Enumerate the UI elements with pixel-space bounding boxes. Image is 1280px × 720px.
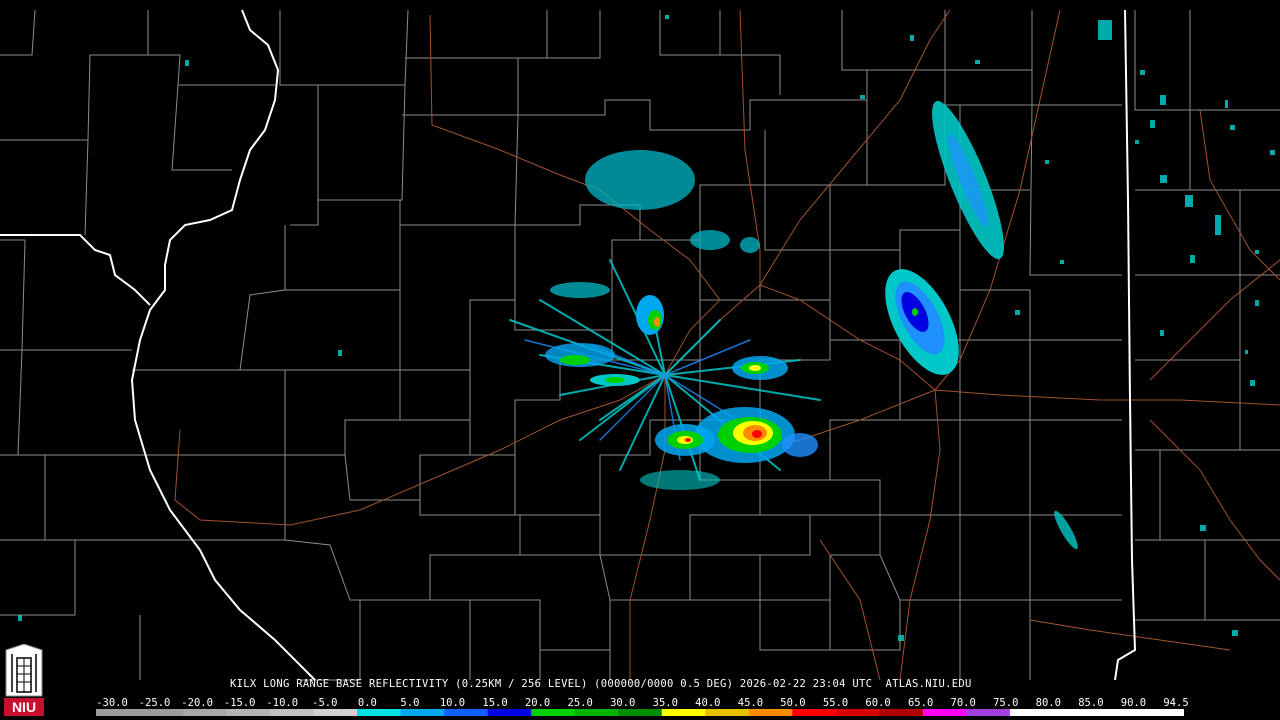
- colorbar-segment: [574, 709, 619, 716]
- scale-label: 60.0: [865, 697, 891, 709]
- colorbar-segment: [1009, 709, 1054, 716]
- scale-label: 90.0: [1120, 697, 1147, 709]
- university-tower-icon: [5, 644, 43, 697]
- scale-label: 20.0: [524, 697, 551, 709]
- scale-label: -5.0: [312, 697, 338, 709]
- colorbar-segment: [183, 709, 228, 716]
- scale-label: -30.0: [96, 697, 128, 709]
- reflectivity-scale-labels: -30.0 -25.0 -20.0 -15.0 -10.0 -5.0 0.0 5.0 10.0 1…: [0, 697, 1280, 709]
- scale-label: 0.0: [357, 697, 377, 709]
- colorbar-segment: [487, 709, 532, 716]
- colorbar-segment: [705, 709, 750, 716]
- colorbar-segment: [313, 709, 358, 716]
- colorbar-segment: [966, 709, 1011, 716]
- scale-label: 45.0: [737, 697, 764, 709]
- colorbar-segment: [835, 709, 880, 716]
- reflectivity-colorbar: [96, 709, 1184, 716]
- colorbar-segment: [661, 709, 706, 716]
- colorbar-segment: [1140, 709, 1184, 716]
- scale-label: 30.0: [610, 697, 636, 709]
- scale-label: 40.0: [695, 697, 721, 709]
- colorbar-segment: [748, 709, 793, 716]
- colorbar-segment: [139, 709, 184, 716]
- scale-label: -20.0: [181, 697, 213, 709]
- colorbar-segment: [618, 709, 663, 716]
- colorbar-segment: [444, 709, 489, 716]
- scale-label: 50.0: [780, 697, 806, 709]
- scale-label: 35.0: [652, 697, 678, 709]
- colorbar-segment: [400, 709, 445, 716]
- scale-label: 5.0: [400, 697, 420, 709]
- scale-label: 65.0: [907, 697, 934, 709]
- product-caption: KILX LONG RANGE BASE REFLECTIVITY (0.25K…: [230, 678, 972, 690]
- scale-label: 25.0: [567, 697, 593, 709]
- scale-label: 10.0: [439, 697, 466, 709]
- colorbar-segment: [1096, 709, 1141, 716]
- scale-label: 55.0: [822, 697, 849, 709]
- colorbar-segment: [226, 709, 271, 716]
- scale-label: -15.0: [223, 697, 256, 709]
- scale-label: 75.0: [993, 697, 1019, 709]
- colorbar-segment: [922, 709, 967, 716]
- colorbar-segment: [879, 709, 924, 716]
- colorbar-segment: [531, 709, 576, 716]
- colorbar-segment: [792, 709, 837, 716]
- colorbar-segment: [270, 709, 315, 716]
- scale-label: -25.0: [138, 697, 171, 709]
- scale-label: 85.0: [1078, 697, 1104, 709]
- colorbar-segment: [96, 709, 141, 716]
- scale-label: 70.0: [950, 697, 976, 709]
- radar-map: [0, 0, 1280, 720]
- scale-label: 15.0: [482, 697, 508, 709]
- scale-label: 94.5: [1163, 697, 1189, 709]
- scale-label: -10.0: [266, 697, 299, 709]
- colorbar-segment: [357, 709, 402, 716]
- scale-label: 80.0: [1035, 697, 1061, 709]
- colorbar-segment: [1053, 709, 1098, 716]
